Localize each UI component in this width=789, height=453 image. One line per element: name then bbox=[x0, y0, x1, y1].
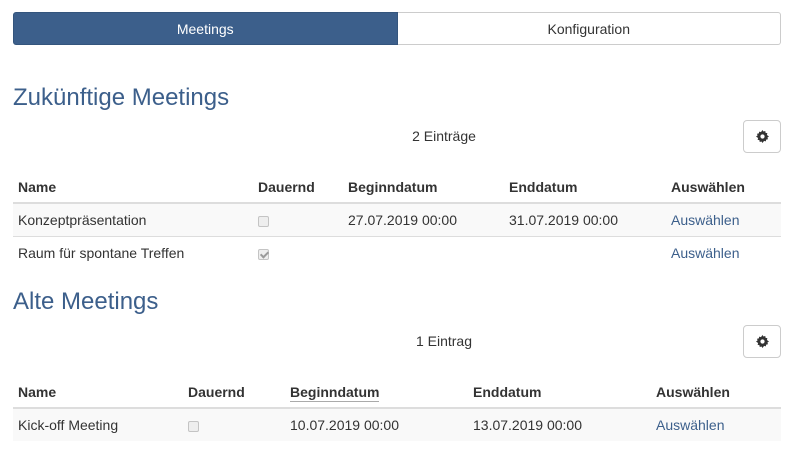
gear-icon bbox=[755, 130, 769, 143]
past-meetings-table: Name Dauernd Beginndatum Enddatum Auswäh… bbox=[13, 377, 781, 441]
meeting-end: 31.07.2019 00:00 bbox=[504, 203, 666, 237]
table-header-row: Name Dauernd Beginndatum Enddatum Auswäh… bbox=[13, 377, 781, 409]
meeting-start: 27.07.2019 00:00 bbox=[343, 203, 504, 237]
column-header-auswaehlen: Auswählen bbox=[666, 172, 781, 204]
select-link[interactable]: Auswählen bbox=[671, 245, 740, 261]
column-header-auswaehlen: Auswählen bbox=[651, 377, 781, 409]
tab-meetings[interactable]: Meetings bbox=[13, 12, 398, 45]
table-row: Kick-off Meeting 10.07.2019 00:00 13.07.… bbox=[13, 408, 781, 441]
table-row: Konzeptpräsentation 27.07.2019 00:00 31.… bbox=[13, 203, 781, 237]
meeting-end bbox=[504, 237, 666, 270]
meeting-start: 10.07.2019 00:00 bbox=[285, 408, 468, 441]
table-header-row: Name Dauernd Beginndatum Enddatum Auswäh… bbox=[13, 172, 781, 204]
meeting-name: Kick-off Meeting bbox=[13, 408, 183, 441]
upcoming-meetings-table: Name Dauernd Beginndatum Enddatum Auswäh… bbox=[13, 172, 781, 269]
meeting-end: 13.07.2019 00:00 bbox=[468, 408, 651, 441]
column-header-name[interactable]: Name bbox=[13, 377, 183, 409]
column-header-beginndatum[interactable]: Beginndatum bbox=[290, 384, 380, 402]
tab-konfiguration[interactable]: Konfiguration bbox=[397, 12, 781, 45]
past-settings-button[interactable] bbox=[743, 325, 781, 358]
past-meetings-title: Alte Meetings bbox=[13, 288, 159, 315]
upcoming-settings-button[interactable] bbox=[743, 120, 781, 153]
permanent-checkbox bbox=[258, 215, 269, 227]
table-row: Raum für spontane Treffen Auswählen bbox=[13, 237, 781, 270]
permanent-checkbox bbox=[188, 420, 199, 432]
past-count: 1 Eintrag bbox=[415, 333, 473, 349]
column-header-dauernd[interactable]: Dauernd bbox=[253, 172, 343, 204]
upcoming-meetings-title: Zukünftige Meetings bbox=[13, 84, 230, 111]
permanent-checkbox bbox=[258, 248, 269, 260]
main-tabs: Meetings Konfiguration bbox=[13, 12, 781, 45]
select-link[interactable]: Auswählen bbox=[656, 417, 725, 433]
column-header-dauernd[interactable]: Dauernd bbox=[183, 377, 285, 409]
select-link[interactable]: Auswählen bbox=[671, 212, 740, 228]
column-header-name[interactable]: Name bbox=[13, 172, 253, 204]
column-header-enddatum[interactable]: Enddatum bbox=[504, 172, 666, 204]
meeting-name: Konzeptpräsentation bbox=[13, 203, 253, 237]
gear-icon bbox=[755, 335, 769, 348]
column-header-enddatum[interactable]: Enddatum bbox=[468, 377, 651, 409]
meeting-name: Raum für spontane Treffen bbox=[18, 245, 185, 261]
upcoming-count: 2 Einträge bbox=[412, 128, 476, 144]
meeting-start bbox=[343, 237, 504, 270]
column-header-beginndatum[interactable]: Beginndatum bbox=[343, 172, 504, 204]
